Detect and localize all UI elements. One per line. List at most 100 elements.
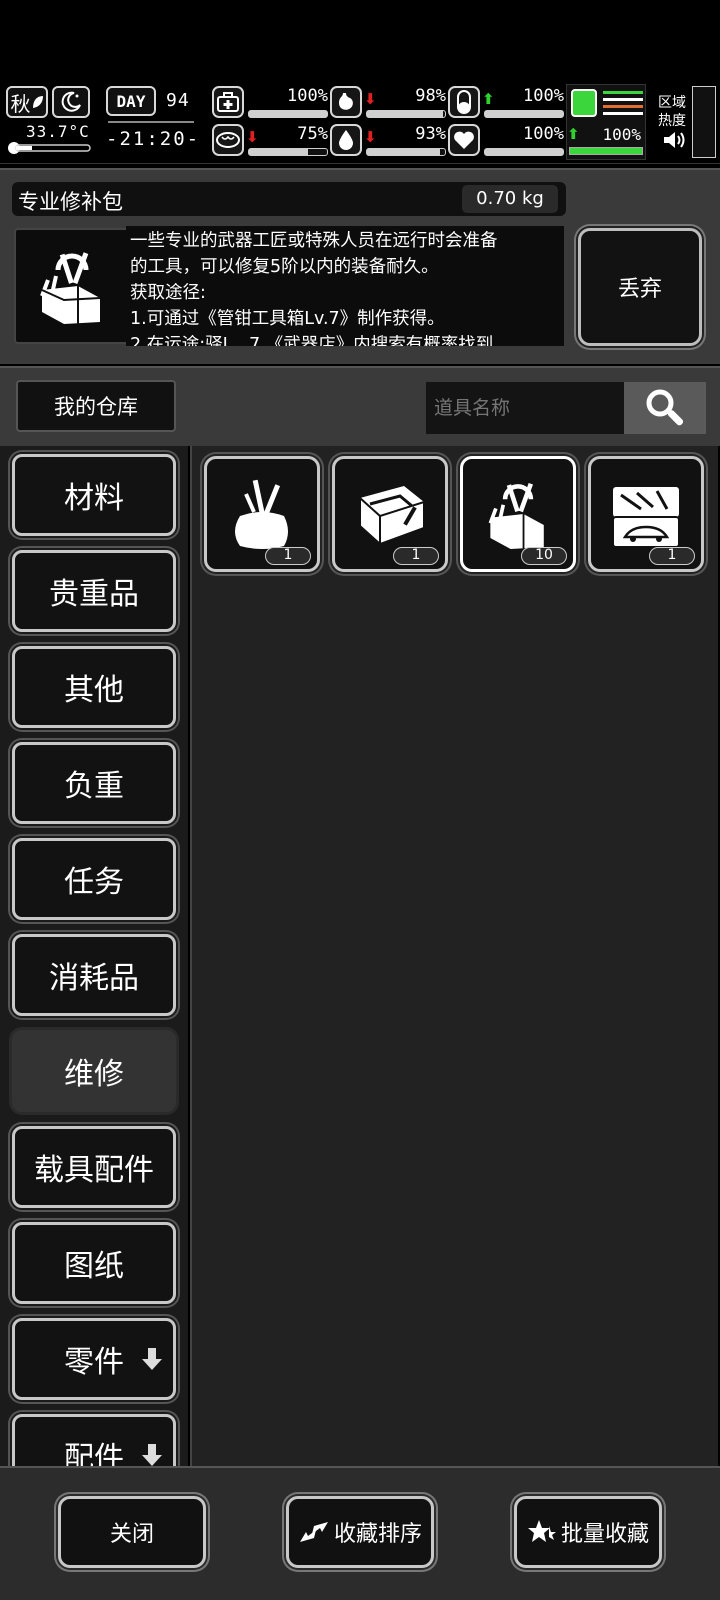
category-valuables[interactable]: 贵重品 bbox=[12, 550, 176, 632]
category-label: 材料 bbox=[64, 481, 124, 516]
close-button[interactable]: 关闭 bbox=[58, 1496, 206, 1568]
region-heat-label-2: 热度 bbox=[658, 113, 686, 129]
stat-heart-bar bbox=[484, 148, 564, 156]
item-slot[interactable]: 1 bbox=[588, 456, 704, 572]
boot-icon bbox=[571, 89, 597, 117]
category-materials[interactable]: 材料 bbox=[12, 454, 176, 536]
stat-health-bar bbox=[248, 110, 328, 118]
item-name: 专业修补包 bbox=[18, 190, 123, 214]
item-slot[interactable]: 1 bbox=[204, 456, 320, 572]
leaf-icon bbox=[32, 96, 43, 108]
day-label: DAY bbox=[116, 91, 146, 111]
item-slot[interactable]: 1 bbox=[332, 456, 448, 572]
category-label: 消耗品 bbox=[49, 961, 139, 996]
category-label: 其他 bbox=[64, 673, 124, 708]
season-label: 秋 bbox=[10, 91, 31, 116]
discard-label: 丢弃 bbox=[617, 277, 662, 302]
stat-heart: 100% bbox=[448, 124, 566, 158]
pill-icon bbox=[448, 86, 480, 118]
stat-pill: ⬆ 100% bbox=[448, 86, 566, 120]
stat-water: ⬇ 93% bbox=[330, 124, 448, 158]
item-name-bar: 专业修补包 0.70 kg bbox=[12, 182, 566, 216]
item-detail-panel: 专业修补包 0.70 kg 一些专业的武器工匠或特殊人员在远行时会准备 的工具，… bbox=[0, 168, 720, 364]
description-line: 一些专业的武器工匠或特殊人员在远行时会准备 bbox=[130, 231, 498, 251]
day-divider bbox=[108, 121, 194, 123]
category-load[interactable]: 负重 bbox=[12, 742, 176, 824]
warehouse-search-bar: 我的仓库 bbox=[0, 366, 720, 446]
region-heat-label-1: 区域 bbox=[658, 95, 686, 111]
repair-bag-icon bbox=[235, 479, 288, 549]
warehouse-label: 我的仓库 bbox=[54, 395, 138, 419]
item-grid: 1 1 10 1 bbox=[190, 446, 718, 1466]
item-slot-selected[interactable]: 10 bbox=[460, 456, 576, 572]
season-box: 秋 bbox=[6, 86, 48, 118]
stat-pill-value: 100% bbox=[523, 86, 564, 106]
category-repair[interactable]: 维修 bbox=[12, 1030, 176, 1112]
status-hud: 秋 33.7°C DAY 94 -21:20- 100% ⬇ 98% ⬆ 100… bbox=[0, 84, 720, 164]
description-line: 获取途径: bbox=[130, 283, 206, 303]
category-label: 载具配件 bbox=[34, 1153, 154, 1188]
stat-pill-bar bbox=[484, 110, 564, 118]
night-box bbox=[52, 86, 90, 118]
category-sidebar[interactable]: 材料 贵重品 其他 负重 任务 消耗品 维修 载具配件 图纸 零件 配件 bbox=[0, 446, 188, 1466]
star-icon bbox=[527, 1520, 556, 1542]
swap-arrows-icon bbox=[299, 1522, 328, 1542]
professional-repair-kit-icon bbox=[40, 252, 101, 324]
warehouse-title: 我的仓库 bbox=[16, 380, 176, 432]
description-line: 1.可通过《管钳工具箱Lv.7》制作获得。 bbox=[130, 309, 445, 329]
stat-health-value: 100% bbox=[287, 86, 328, 106]
search-icon bbox=[646, 389, 684, 426]
batch-favorite-label: 批量收藏 bbox=[560, 1522, 649, 1547]
description-line: 2.在运途:驿L...7 《武器店》内搜索有概率找到 bbox=[130, 335, 494, 346]
category-accessories[interactable]: 配件 bbox=[12, 1414, 176, 1466]
category-label: 零件 bbox=[64, 1345, 124, 1380]
description-line: 的工具，可以修复5阶以内的装备耐久。 bbox=[130, 257, 439, 277]
stat-brain-value: 75% bbox=[297, 124, 328, 144]
heart-icon bbox=[448, 124, 480, 156]
close-label: 关闭 bbox=[109, 1522, 154, 1547]
stamina-lines bbox=[603, 91, 643, 115]
category-consumables[interactable]: 消耗品 bbox=[12, 934, 176, 1016]
category-label: 图纸 bbox=[64, 1249, 124, 1284]
category-components[interactable]: 零件 bbox=[12, 1318, 176, 1400]
favorite-sort-label: 收藏排序 bbox=[333, 1522, 422, 1547]
speaker-icon[interactable] bbox=[662, 130, 686, 150]
stat-heart-value: 100% bbox=[523, 124, 564, 144]
day-number: 94 bbox=[166, 90, 190, 111]
down-arrow-icon: ⬇ bbox=[246, 128, 259, 146]
category-vehicle-parts[interactable]: 载具配件 bbox=[12, 1126, 176, 1208]
search-input[interactable] bbox=[426, 382, 626, 434]
brain-icon bbox=[212, 124, 244, 156]
item-description[interactable]: 一些专业的武器工匠或特殊人员在远行时会准备 的工具，可以修复5阶以内的装备耐久。… bbox=[126, 226, 564, 346]
favorite-sort-button[interactable]: 收藏排序 bbox=[286, 1496, 434, 1568]
category-other[interactable]: 其他 bbox=[12, 646, 176, 728]
stat-stomach: ⬇ 98% bbox=[330, 86, 448, 120]
stat-stamina-bar bbox=[569, 147, 643, 155]
category-label: 维修 bbox=[64, 1057, 124, 1092]
down-arrow-icon: ⬇ bbox=[364, 90, 377, 108]
category-label: 任务 bbox=[64, 865, 124, 900]
up-arrow-icon: ⬆ bbox=[482, 90, 495, 108]
batch-favorite-button[interactable]: 批量收藏 bbox=[514, 1496, 662, 1568]
stat-health: 100% bbox=[212, 86, 330, 120]
discard-button[interactable]: 丢弃 bbox=[578, 228, 702, 346]
medkit-icon bbox=[212, 86, 244, 118]
stat-stamina-value: 100% bbox=[602, 125, 641, 144]
category-blueprints[interactable]: 图纸 bbox=[12, 1222, 176, 1304]
water-drop-icon bbox=[330, 124, 362, 156]
toolbox-pliers-icon bbox=[359, 486, 425, 547]
search-button[interactable] bbox=[624, 382, 706, 434]
down-arrow-icon: ⬇ bbox=[364, 128, 377, 146]
category-quest[interactable]: 任务 bbox=[12, 838, 176, 920]
item-count: 1 bbox=[393, 547, 439, 565]
moon-icon bbox=[61, 91, 81, 112]
stat-water-bar bbox=[366, 148, 446, 156]
day-box: DAY bbox=[106, 86, 156, 116]
stat-stomach-value: 98% bbox=[415, 86, 446, 106]
down-arrow-icon bbox=[142, 1348, 162, 1370]
item-count: 10 bbox=[521, 547, 567, 565]
stamina-panel: ⬆ 100% bbox=[566, 84, 646, 160]
item-preview bbox=[14, 228, 130, 344]
category-label: 贵重品 bbox=[49, 577, 139, 612]
category-label: 负重 bbox=[64, 769, 124, 804]
